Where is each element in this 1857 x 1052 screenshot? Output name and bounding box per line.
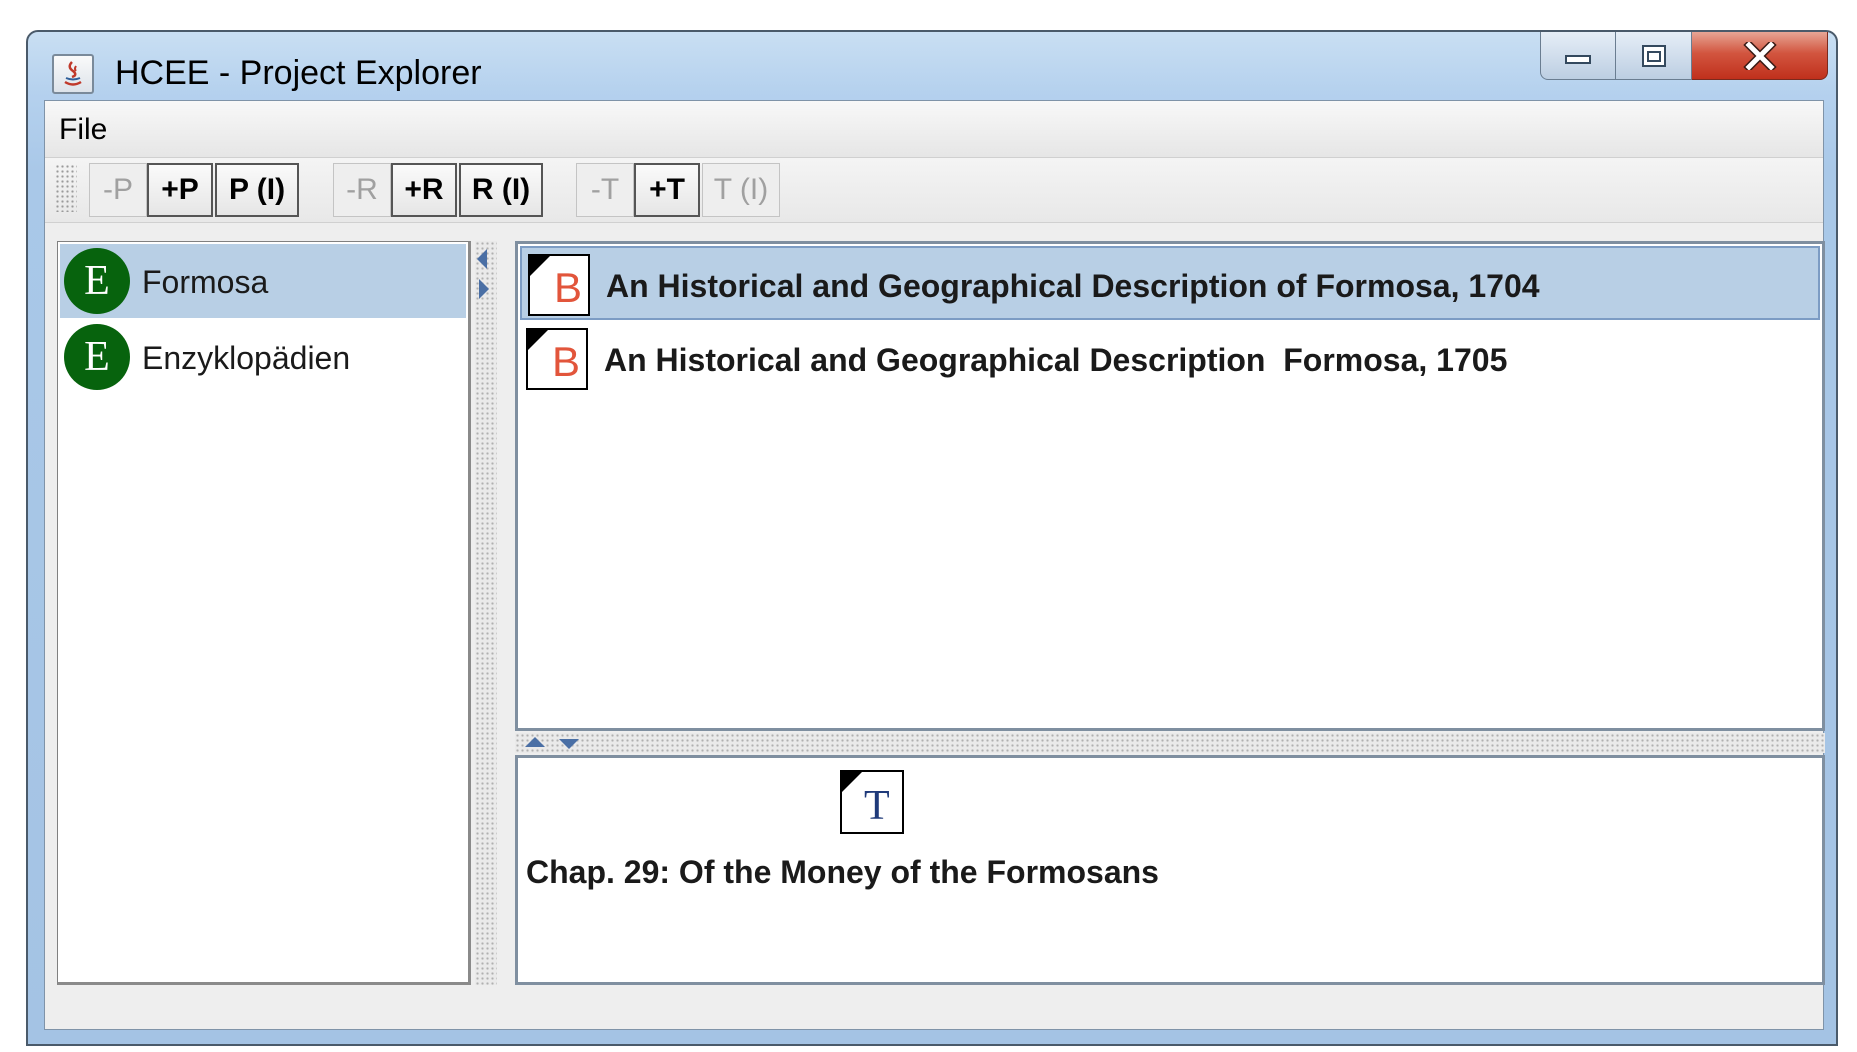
project-item-formosa[interactable]: E Formosa [60,244,466,318]
add-resource-button[interactable]: +R [391,163,457,217]
project-e-icon: E [64,324,130,390]
collapse-right-arrow-icon[interactable] [479,279,489,299]
java-app-icon [52,54,94,94]
add-project-button[interactable]: +P [147,163,213,217]
close-icon [1742,41,1777,70]
resource-item-label: An Historical and Geographical Descripti… [604,342,1508,378]
project-list: E Formosa E Enzyklopädien [57,241,471,985]
menu-bar: File [45,101,1823,158]
resource-b-letter: B [552,338,581,385]
remove-resource-button[interactable]: -R [333,163,391,217]
text-item-label[interactable]: Chap. 29: Of the Money of the Formosans [526,854,1159,891]
resource-list: B An Historical and Geographical Descrip… [515,241,1825,731]
close-button[interactable] [1692,32,1828,80]
collapse-down-arrow-icon[interactable] [559,739,579,749]
resource-b-icon: B [526,328,588,390]
collapse-left-arrow-icon[interactable] [477,249,487,269]
text-panel: T Chap. 29: Of the Money of the Formosan… [515,755,1825,985]
horizontal-split-divider[interactable] [515,733,1825,753]
resource-b-icon: B [528,254,590,316]
project-e-icon: E [64,248,130,314]
add-text-button[interactable]: +T [634,163,700,217]
project-item-label: Formosa [142,264,269,300]
text-t-icon[interactable]: T [840,770,904,834]
resource-item-1705[interactable]: B An Historical and Geographical Descrip… [520,322,1820,396]
maximize-icon [1641,44,1666,67]
vertical-split-divider[interactable] [475,241,497,985]
window-title: HCEE - Project Explorer [115,54,482,92]
project-item-label: Enzyklopädien [142,340,351,376]
remove-text-button[interactable]: -T [576,163,634,217]
toolbar: -P +P P (I) -R +R R (I) -T +T T (I) [45,158,1823,223]
text-t-letter: T [864,783,890,829]
resource-item-1704[interactable]: B An Historical and Geographical Descrip… [520,246,1820,320]
resource-item-label: An Historical and Geographical Descripti… [606,268,1540,304]
maximize-button[interactable] [1616,32,1692,80]
menu-file[interactable]: File [59,113,107,147]
text-info-button[interactable]: T (I) [702,163,780,217]
remove-project-button[interactable]: -P [89,163,147,217]
toolbar-grip[interactable] [55,164,77,212]
resource-b-letter: B [554,264,583,311]
window-controls [1540,32,1828,80]
minimize-button[interactable] [1540,32,1616,80]
project-item-enzyklopaedien[interactable]: E Enzyklopädien [60,320,466,394]
collapse-up-arrow-icon[interactable] [525,737,545,747]
app-window: HCEE - Project Explorer File -P +P P (I)… [26,30,1838,1046]
project-info-button[interactable]: P (I) [215,163,299,217]
window-client-area: File -P +P P (I) -R +R R (I) -T +T T (I)… [44,100,1825,1030]
resource-info-button[interactable]: R (I) [459,163,543,217]
minimize-icon [1565,54,1591,64]
